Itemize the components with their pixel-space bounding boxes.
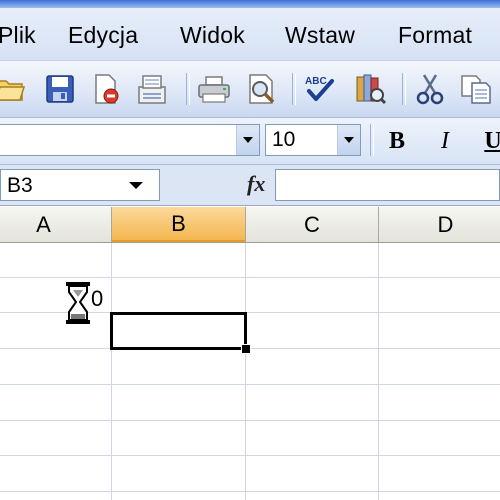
underline-button[interactable]: U bbox=[476, 124, 500, 158]
formula-input[interactable] bbox=[275, 169, 500, 201]
column-header-c[interactable]: C bbox=[246, 207, 379, 242]
hourglass-cursor-icon: 0 bbox=[64, 280, 108, 326]
formula-bar: B3 fx bbox=[0, 165, 500, 206]
column-gridline bbox=[378, 243, 379, 500]
print-preview-icon[interactable] bbox=[244, 71, 280, 107]
cut-icon[interactable] bbox=[412, 71, 448, 107]
menu-bar: Plik Edycja Widok Wstaw Format bbox=[0, 0, 500, 61]
row-gridline bbox=[0, 384, 500, 385]
menu-insert[interactable]: Wstaw bbox=[285, 22, 355, 49]
toolbar-separator bbox=[402, 73, 406, 105]
column-header-b[interactable]: B bbox=[112, 207, 246, 242]
menu-file[interactable]: Plik bbox=[0, 22, 36, 49]
row-gridline bbox=[0, 455, 500, 456]
chevron-down-icon[interactable] bbox=[337, 125, 360, 155]
email-icon[interactable] bbox=[134, 71, 170, 107]
print-icon[interactable] bbox=[196, 71, 232, 107]
open-icon[interactable] bbox=[0, 71, 28, 107]
name-box-value: B3 bbox=[7, 174, 33, 197]
chevron-down-icon[interactable] bbox=[236, 125, 259, 155]
menu-edit[interactable]: Edycja bbox=[68, 22, 138, 49]
spelling-icon[interactable]: ABC bbox=[302, 71, 338, 107]
permission-icon[interactable] bbox=[88, 71, 124, 107]
insert-function-button[interactable]: fx bbox=[247, 171, 265, 197]
formatting-toolbar: 10 B I U bbox=[0, 118, 500, 165]
title-bar-edge bbox=[0, 0, 500, 8]
font-name-combo[interactable] bbox=[0, 124, 260, 156]
toolbar-separator bbox=[370, 124, 374, 156]
italic-button[interactable]: I bbox=[428, 124, 462, 158]
standard-toolbar: ABC bbox=[0, 61, 500, 118]
copy-icon[interactable] bbox=[458, 71, 494, 107]
bold-button[interactable]: B bbox=[380, 124, 414, 158]
row-gridline bbox=[0, 277, 500, 278]
column-header-a[interactable]: A bbox=[0, 207, 112, 242]
research-icon[interactable] bbox=[352, 71, 388, 107]
menu-format[interactable]: Format bbox=[398, 22, 472, 49]
excel-window: Plik Edycja Widok Wstaw Format ABC 10 B … bbox=[0, 0, 500, 500]
column-header-row: A B C D bbox=[0, 207, 500, 243]
font-size-combo[interactable]: 10 bbox=[265, 124, 361, 156]
name-box[interactable]: B3 bbox=[0, 169, 160, 201]
column-gridline bbox=[245, 243, 246, 500]
selected-cell-b3[interactable] bbox=[110, 312, 247, 350]
column-header-d[interactable]: D bbox=[379, 207, 500, 242]
menu-view[interactable]: Widok bbox=[180, 22, 245, 49]
chevron-down-icon[interactable] bbox=[129, 182, 143, 189]
row-gridline bbox=[0, 420, 500, 421]
column-gridline bbox=[111, 243, 112, 500]
font-size-value: 10 bbox=[272, 128, 296, 151]
fill-handle[interactable] bbox=[241, 344, 251, 354]
toolbar-separator bbox=[292, 73, 296, 105]
save-icon[interactable] bbox=[42, 71, 78, 107]
toolbar-separator bbox=[186, 73, 190, 105]
row-gridline bbox=[0, 491, 500, 492]
cursor-text: 0 bbox=[91, 286, 104, 311]
svg-text:ABC: ABC bbox=[305, 76, 327, 87]
